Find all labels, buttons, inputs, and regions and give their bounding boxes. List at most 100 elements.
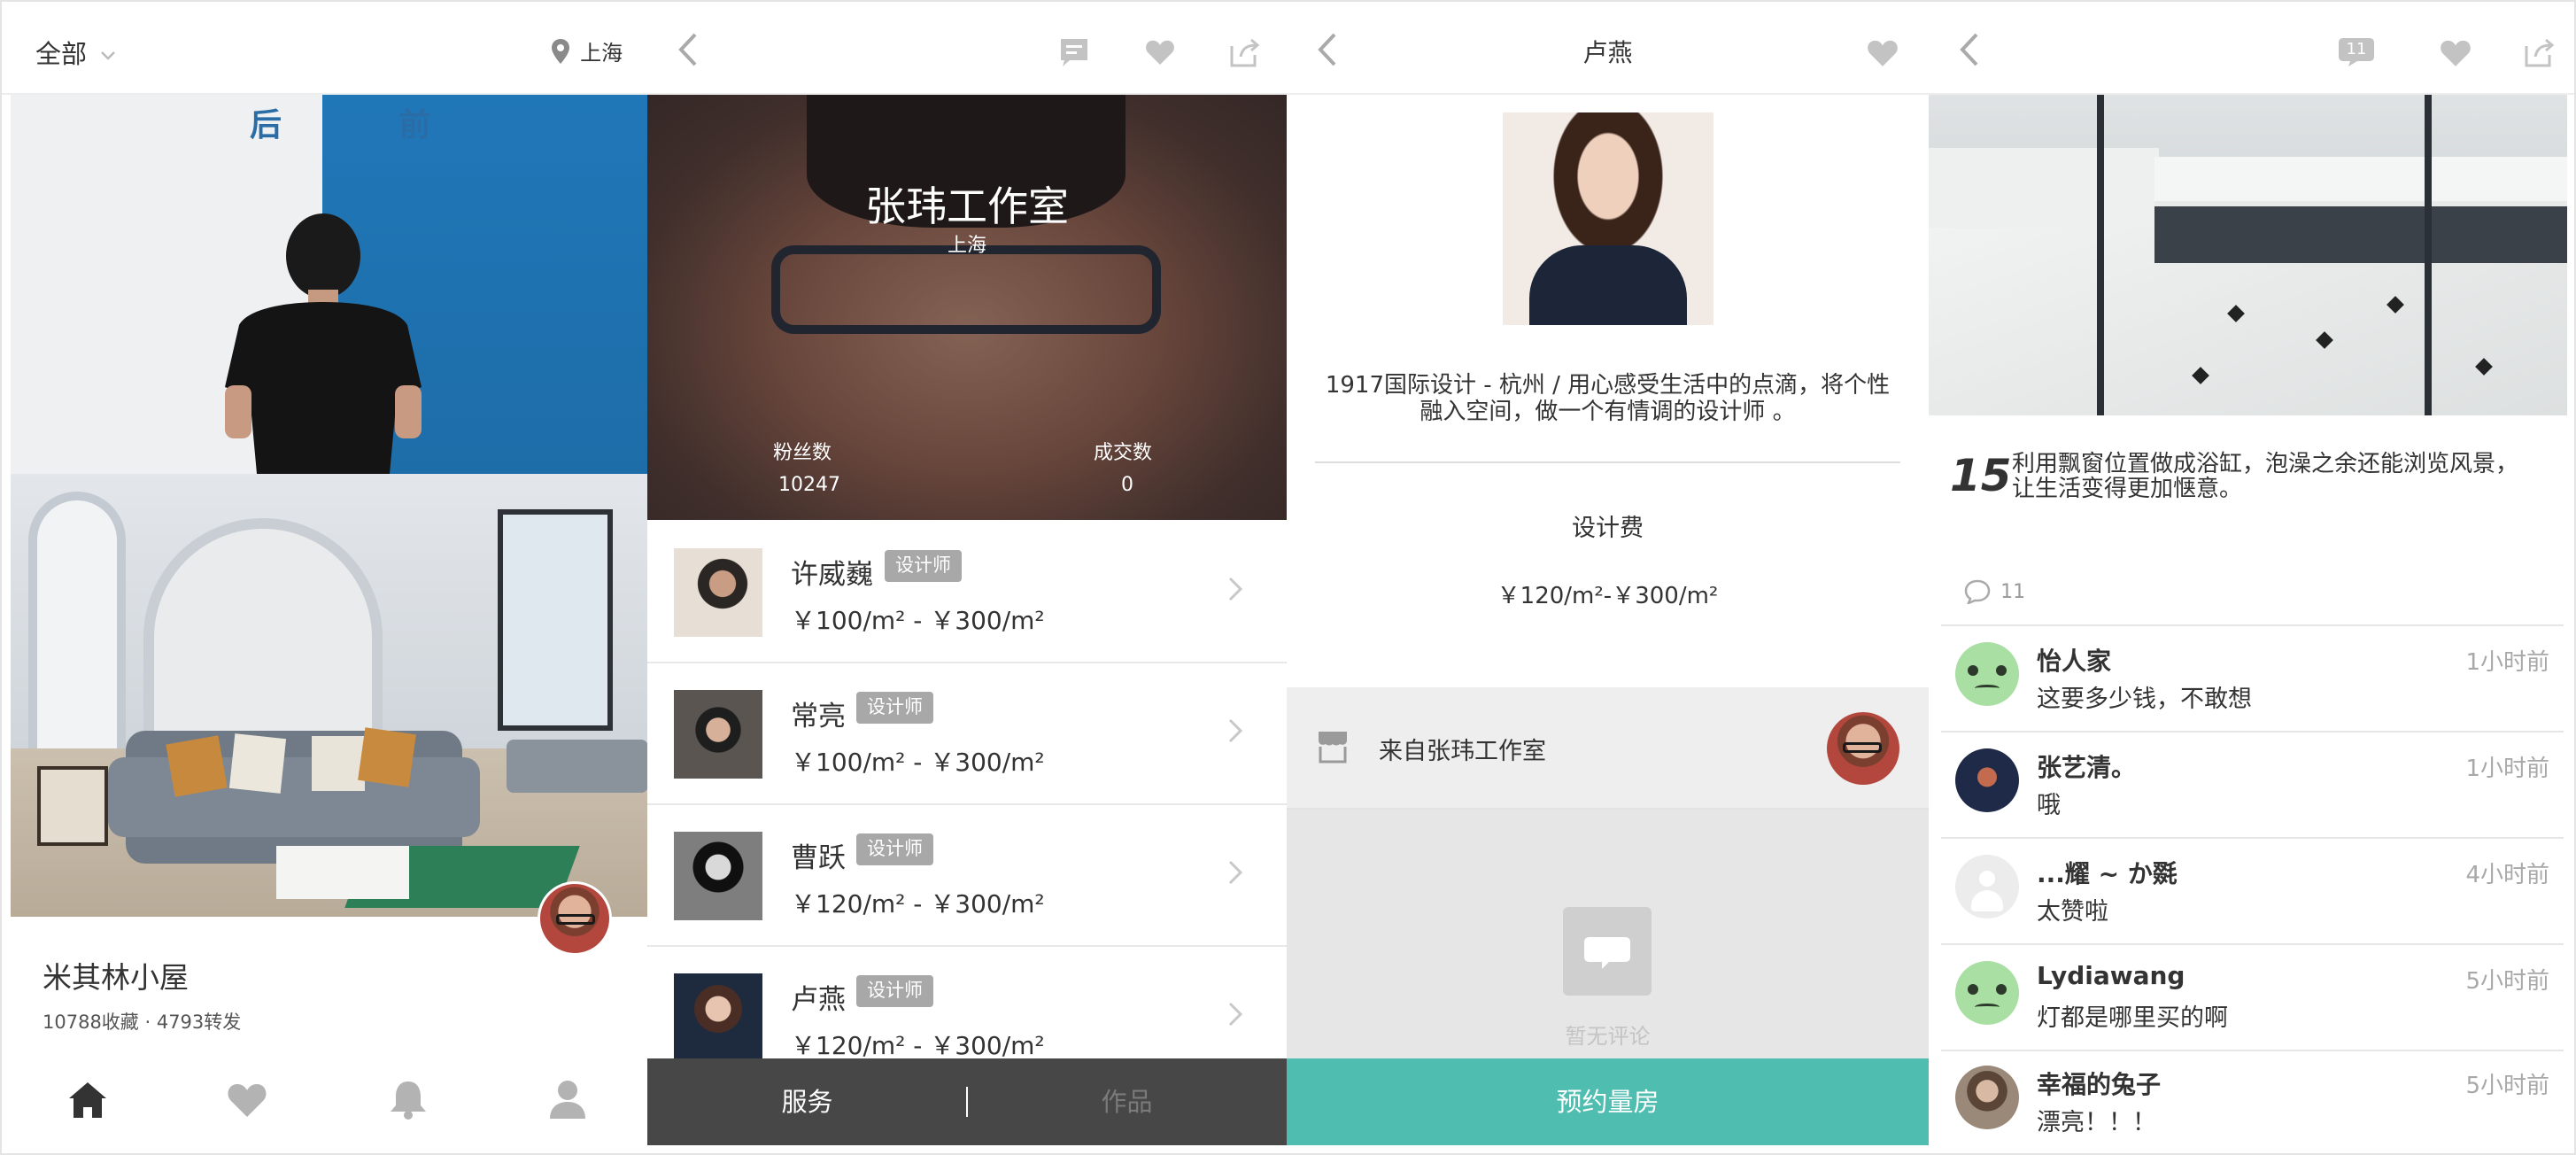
list-item[interactable]: Lydiawang 灯都是哪里买的啊 5小时前 xyxy=(1929,945,2576,1050)
designer-photo xyxy=(674,973,762,1062)
list-item[interactable]: 幸福的兔子 漂亮！！！ 5小时前 xyxy=(1929,1051,2576,1155)
designer-name: 许威巍 xyxy=(791,559,873,591)
designer-name: 卢燕 xyxy=(791,984,846,1016)
comment-user[interactable]: 张艺清。 xyxy=(2037,748,2136,784)
comment-time: 4小时前 xyxy=(2465,862,2549,888)
filter-label: 全部 xyxy=(35,39,88,69)
comment-count-button[interactable]: 11 xyxy=(2338,37,2375,66)
designer-avatar[interactable] xyxy=(538,881,612,956)
designer-tag: 设计师 xyxy=(856,975,933,1007)
designer-price: ￥100/m² - ￥300/m² xyxy=(791,606,1045,635)
back-arrow-icon[interactable] xyxy=(677,32,699,67)
comment-user[interactable]: ...耀 ~ か毲 xyxy=(2037,855,2178,890)
back-arrow-icon[interactable] xyxy=(1959,32,1980,67)
chevron-right-icon xyxy=(1228,1002,1242,1027)
city-selector[interactable]: 上海 xyxy=(551,35,623,66)
bottom-nav xyxy=(0,1063,647,1155)
share-icon[interactable] xyxy=(2525,37,2555,67)
studio-name: 张玮工作室 xyxy=(865,182,1069,230)
comment-text: 这要多少钱，不敢想 xyxy=(2037,686,2252,713)
default-avatar-icon xyxy=(1955,855,2019,919)
bell-icon[interactable] xyxy=(389,1079,428,1120)
list-item[interactable]: 怡人家 这要多少钱，不敢想 1小时前 xyxy=(1929,626,2576,731)
top-bar xyxy=(647,0,1287,95)
case-photo[interactable] xyxy=(1929,95,2567,415)
designer-name: 常亮 xyxy=(791,701,846,733)
top-bar: 卢燕 xyxy=(1287,0,1929,95)
step-description: 利用飘窗位置做成浴缸，泡澡之余还能浏览风景，让生活变得更加惬意。 xyxy=(2012,451,2519,502)
tab-service[interactable]: 服务 xyxy=(647,1058,967,1145)
comment-user[interactable]: 幸福的兔子 xyxy=(2037,1066,2161,1101)
designer-photo xyxy=(674,832,762,920)
comment-bubble-icon xyxy=(1563,907,1652,996)
comment-text: 太赞啦 xyxy=(2037,898,2108,926)
comment-count-value: 11 xyxy=(2000,580,2026,603)
message-icon[interactable] xyxy=(1059,37,1089,67)
user-icon[interactable] xyxy=(549,1079,586,1120)
studio-city: 上海 xyxy=(947,235,986,257)
designer-bio: 1917国际设计 - 杭州 / 用心感受生活中的点滴，将个性融入空间，做一个有情… xyxy=(1325,372,1891,425)
list-item[interactable]: 曹跃 设计师 ￥120/m² - ￥300/m² xyxy=(647,803,1287,945)
designer-price: ￥120/m² - ￥300/m² xyxy=(791,889,1045,919)
step-number: 15 xyxy=(1950,450,2012,501)
project-photo-livingroom[interactable] xyxy=(11,474,647,917)
deals-label: 成交数 xyxy=(1094,442,1153,464)
home-icon[interactable] xyxy=(67,1081,108,1120)
designer-list: 许威巍 设计师 ￥100/m² - ￥300/m² 常亮 设计师 ￥100/m²… xyxy=(647,520,1287,1063)
home-feed-screen: 全部 上海 后 前 米其林小屋 10788收藏 · 4793转发 xyxy=(0,0,647,1155)
studio-screen: 张玮工作室 上海 粉丝数 10247 成交数 0 许威巍 设计师 ￥100/m²… xyxy=(647,0,1287,1155)
fans-value: 10247 xyxy=(778,474,840,496)
studio-avatar xyxy=(1827,712,1899,785)
comment-badge-count: 11 xyxy=(2346,40,2367,58)
location-pin-icon xyxy=(551,38,570,65)
heart-icon[interactable] xyxy=(1145,39,1175,66)
chevron-right-icon xyxy=(1228,718,1242,743)
list-item[interactable]: 常亮 设计师 ￥100/m² - ￥300/m² xyxy=(647,662,1287,803)
heart-icon[interactable] xyxy=(1867,39,1899,67)
studio-link[interactable]: 来自张玮工作室 xyxy=(1287,687,1929,810)
avatar xyxy=(1955,748,2019,812)
studio-tab-bar: 服务 作品 xyxy=(647,1058,1287,1145)
filter-dropdown[interactable]: 全部 xyxy=(35,34,116,71)
comment-time: 5小时前 xyxy=(2465,1073,2549,1099)
list-item[interactable]: 卢燕 设计师 ￥120/m² - ￥300/m² xyxy=(647,945,1287,1063)
designer-price: ￥100/m² - ￥300/m² xyxy=(791,748,1045,777)
comment-user[interactable]: Lydiawang xyxy=(2037,961,2185,990)
comment-count: 11 xyxy=(1964,579,2025,604)
avatar xyxy=(1955,642,2019,706)
list-item[interactable]: ...耀 ~ か毲 太赞啦 4小时前 xyxy=(1929,839,2576,943)
comment-user[interactable]: 怡人家 xyxy=(2037,642,2111,678)
project-photo-top[interactable]: 后 前 xyxy=(11,95,647,474)
heart-icon[interactable] xyxy=(227,1082,267,1118)
studio-hero: 张玮工作室 上海 粉丝数 10247 成交数 0 xyxy=(647,95,1287,520)
comments-area: 暂无评论 xyxy=(1287,810,1929,1058)
heart-icon[interactable] xyxy=(2440,39,2472,67)
chevron-right-icon xyxy=(1228,860,1242,885)
designer-photo xyxy=(674,548,762,637)
tab-works[interactable]: 作品 xyxy=(967,1058,1287,1145)
top-bar: 全部 上海 xyxy=(0,0,647,95)
designer-tag: 设计师 xyxy=(885,550,962,582)
designer-photo xyxy=(1503,112,1713,325)
page-title: 卢燕 xyxy=(1582,38,1633,67)
deals-value: 0 xyxy=(1121,474,1133,496)
no-comments-text: 暂无评论 xyxy=(1565,1024,1651,1049)
person-figure xyxy=(225,213,422,474)
comment-text: 漂亮！！！ xyxy=(2037,1109,2156,1136)
book-measure-button[interactable]: 预约量房 xyxy=(1287,1058,1929,1145)
fans-label: 粉丝数 xyxy=(773,442,832,464)
comment-text: 灯都是哪里买的啊 xyxy=(2037,1004,2228,1032)
share-icon[interactable] xyxy=(1230,37,1260,67)
city-label: 上海 xyxy=(580,41,623,66)
list-item[interactable]: 张艺清。 哦 1小时前 xyxy=(1929,733,2576,837)
wall-text: 后 前 xyxy=(250,107,484,143)
chevron-right-icon xyxy=(1228,577,1242,601)
comment-time: 1小时前 xyxy=(2465,756,2549,782)
avatar xyxy=(1955,961,2019,1025)
chevron-down-icon xyxy=(100,50,116,61)
case-detail-screen: 11 15 利用飘窗位置做成浴缸，泡澡之余还能浏览风景，让生活变得更加惬意。 1… xyxy=(1929,0,2576,1155)
list-item[interactable]: 许威巍 设计师 ￥100/m² - ￥300/m² xyxy=(647,520,1287,662)
comment-time: 1小时前 xyxy=(2465,649,2549,676)
comment-time: 5小时前 xyxy=(2465,968,2549,995)
project-title[interactable]: 米其林小屋 xyxy=(43,954,189,996)
